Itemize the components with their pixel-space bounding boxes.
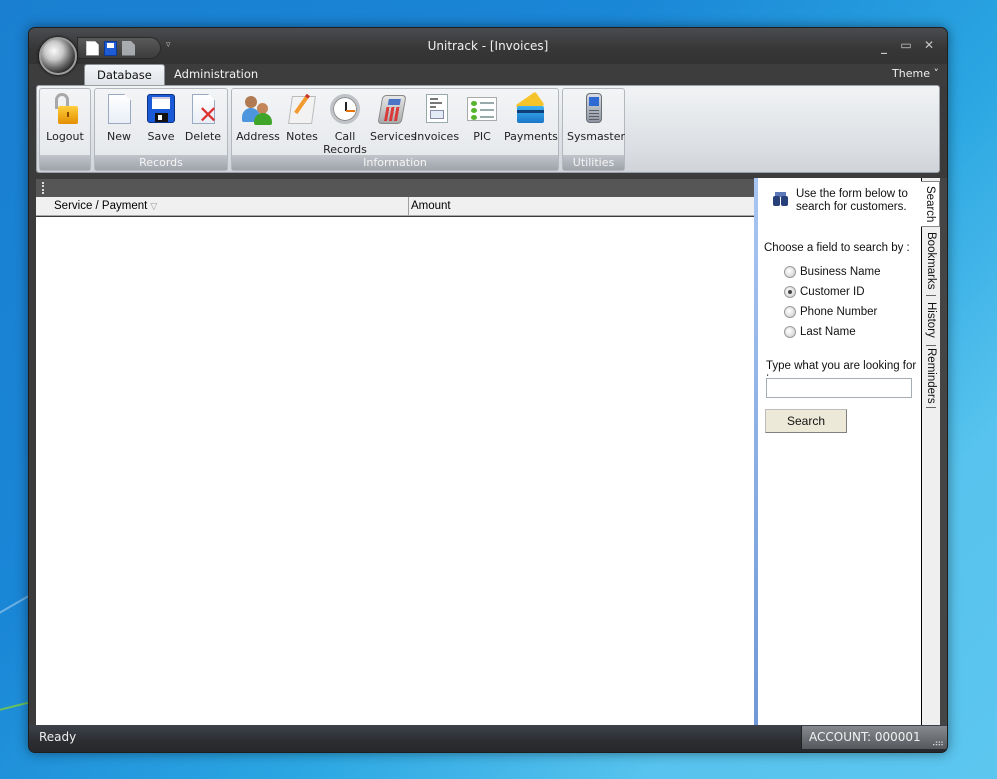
checklist-icon	[466, 93, 498, 125]
binoculars-icon	[773, 192, 789, 206]
search-input[interactable]	[766, 378, 912, 398]
call-records-button[interactable]: Call Records	[322, 93, 368, 156]
delete-button[interactable]: ✕ Delete	[183, 93, 223, 143]
sysmaster-label: Sysmaster	[567, 130, 626, 143]
logout-label: Logout	[46, 130, 84, 143]
tab-separator	[926, 295, 936, 296]
app-window: ▿ Unitrack - [Invoices] _ ▭ ✕ Database A…	[28, 27, 948, 753]
resize-grip-icon[interactable]: ⠴⠶	[932, 733, 944, 752]
radio-button[interactable]	[784, 326, 796, 338]
save-button[interactable]: Save	[143, 93, 179, 143]
radio-label: Last Name	[800, 326, 856, 338]
pic-label: PIC	[473, 130, 491, 143]
close-button[interactable]: ✕	[921, 38, 937, 52]
chevron-down-icon: ˅	[933, 67, 940, 80]
ribbon-group-information: Address Notes Call Records Services Invo…	[231, 88, 559, 171]
pic-button[interactable]: PIC	[462, 93, 502, 143]
invoices-button[interactable]: Invoices	[414, 93, 460, 143]
ribbon: Logout New Save ✕ Delete Records Address…	[36, 85, 940, 173]
radio-customer-id[interactable]: Customer ID	[784, 286, 865, 298]
pda-icon	[578, 93, 610, 125]
maximize-button[interactable]: ▭	[898, 38, 914, 52]
grid-body[interactable]	[36, 217, 754, 726]
tab-database[interactable]: Database	[84, 64, 165, 86]
status-text: Ready	[39, 730, 77, 744]
side-tab-search[interactable]: Search	[921, 181, 940, 227]
column-header-service-payment[interactable]: Service / Payment ▽	[54, 200, 157, 212]
column-label: Service / Payment	[54, 200, 148, 212]
grid-toolbar	[36, 179, 754, 197]
side-tab-reminders[interactable]: Reminders	[922, 347, 940, 405]
radio-label: Customer ID	[800, 286, 865, 298]
radio-phone-number[interactable]: Phone Number	[784, 306, 877, 318]
tab-administration[interactable]: Administration	[162, 64, 270, 86]
ribbon-group-utilities: Sysmaster Utilities	[562, 88, 625, 171]
invoices-label: Invoices	[414, 130, 460, 143]
delete-document-icon: ✕	[187, 93, 219, 127]
radio-button[interactable]	[784, 266, 796, 278]
new-document-icon	[103, 93, 135, 125]
delete-label: Delete	[184, 130, 222, 143]
services-label: Services	[370, 130, 417, 143]
address-button[interactable]: Address	[236, 93, 280, 143]
window-border	[940, 178, 947, 726]
status-bar: Ready ACCOUNT: 000001 ⠴⠶	[29, 725, 947, 752]
group-label-utilities: Utilities	[563, 155, 624, 170]
theme-menu[interactable]: Theme ˅	[892, 67, 939, 80]
title-bar: ▿ Unitrack - [Invoices] _ ▭ ✕	[29, 28, 947, 64]
logout-button[interactable]: Logout	[44, 93, 86, 143]
ribbon-group-records: New Save ✕ Delete Records	[94, 88, 228, 171]
column-divider[interactable]	[408, 197, 409, 216]
tab-separator	[926, 345, 936, 346]
invoice-icon	[420, 93, 452, 125]
floppy-disk-icon	[145, 93, 177, 125]
save-label: Save	[147, 130, 175, 143]
radio-button-selected[interactable]	[784, 286, 796, 298]
window-title: Unitrack - [Invoices]	[427, 39, 549, 53]
side-tab-strip: Search Bookmarks History Reminders	[921, 178, 940, 726]
column-header-amount[interactable]: Amount	[411, 200, 451, 212]
notes-label: Notes	[286, 130, 318, 143]
payments-label: Payments	[504, 130, 558, 143]
lock-icon	[49, 93, 81, 125]
search-panel: Use the form below to search for custome…	[754, 178, 921, 726]
radio-business-name[interactable]: Business Name	[784, 266, 881, 278]
search-button[interactable]: Search	[765, 409, 847, 433]
choose-field-label: Choose a field to search by :	[764, 242, 910, 254]
minimize-button[interactable]: _	[876, 40, 892, 54]
theme-label: Theme	[892, 67, 930, 80]
account-indicator: ACCOUNT: 000001 ⠴⠶	[801, 726, 947, 749]
radio-label: Business Name	[800, 266, 881, 278]
search-intro-text: Use the form below to search for custome…	[796, 188, 908, 213]
people-icon	[242, 93, 274, 125]
ribbon-tab-strip: Database Administration Theme ˅	[29, 64, 947, 86]
side-tab-history[interactable]: History	[922, 297, 940, 343]
grid-header: Service / Payment ▽ Amount	[36, 197, 754, 216]
notepad-icon	[286, 93, 318, 125]
group-label	[40, 155, 90, 170]
sort-descending-icon: ▽	[150, 201, 158, 211]
credit-card-icon	[514, 91, 546, 125]
application-menu-button[interactable]	[39, 37, 77, 75]
telephone-icon	[375, 93, 407, 125]
radio-button[interactable]	[784, 306, 796, 318]
sysmaster-button[interactable]: Sysmaster	[567, 93, 626, 143]
radio-last-name[interactable]: Last Name	[784, 326, 856, 338]
address-label: Address	[236, 130, 280, 143]
side-tab-bookmarks[interactable]: Bookmarks	[922, 229, 940, 293]
toolbar-grip-handle[interactable]	[42, 182, 44, 194]
group-label-records: Records	[95, 155, 227, 170]
ribbon-group-logout: Logout	[39, 88, 91, 171]
account-label: ACCOUNT: 000001	[809, 730, 921, 744]
notes-button[interactable]: Notes	[284, 93, 320, 143]
radio-label: Phone Number	[800, 306, 878, 318]
clock-icon	[329, 93, 361, 125]
services-button[interactable]: Services	[370, 93, 417, 143]
new-button[interactable]: New	[101, 93, 137, 143]
new-label: New	[107, 130, 131, 143]
tab-separator	[926, 407, 936, 408]
call-records-label-line1: Call	[334, 130, 356, 143]
payments-button[interactable]: Payments	[504, 91, 558, 143]
group-label-information: Information	[232, 155, 558, 170]
